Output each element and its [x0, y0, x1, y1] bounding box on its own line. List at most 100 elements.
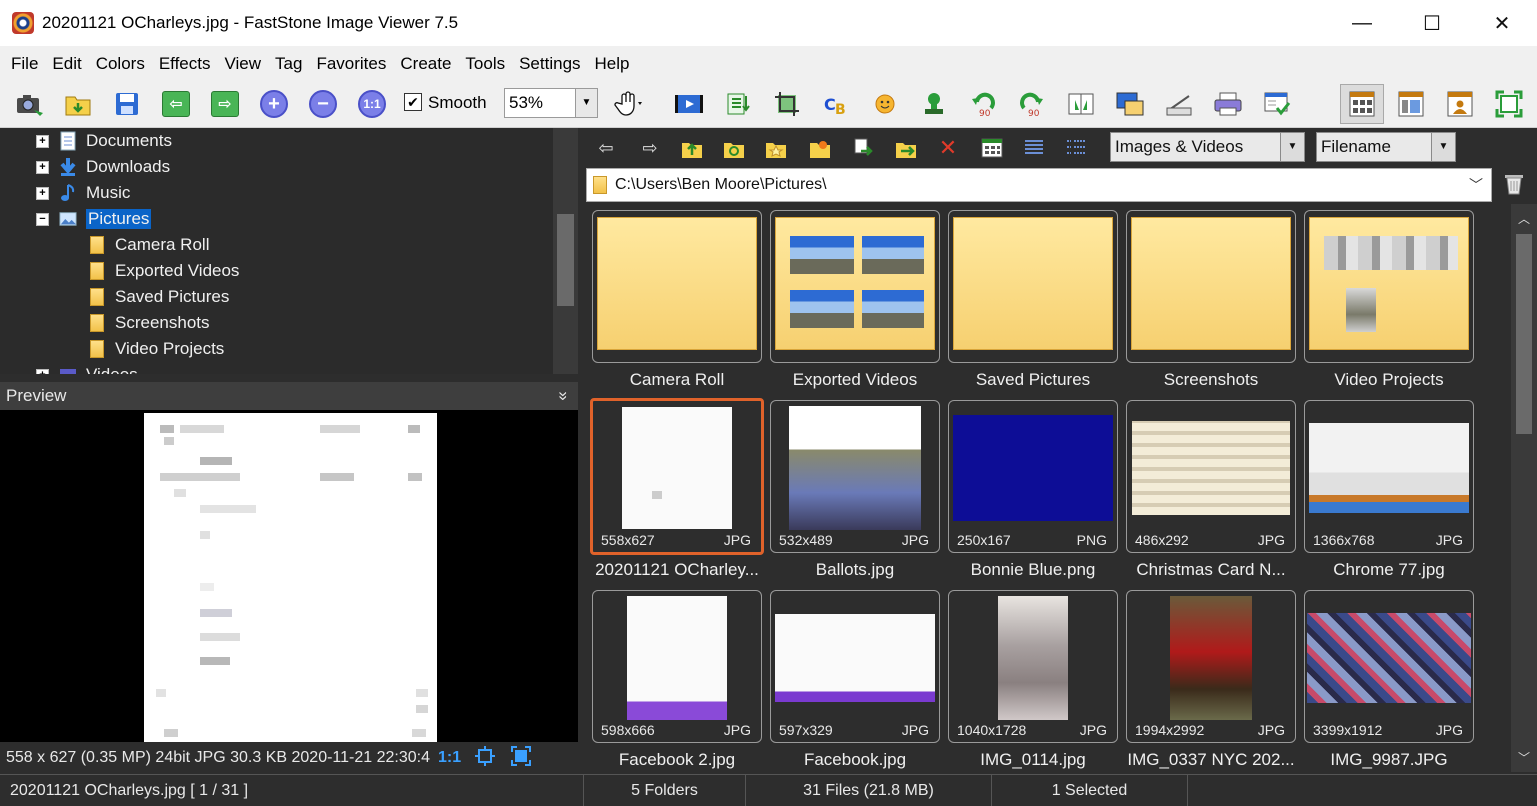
full-preview-button[interactable] [1438, 84, 1482, 124]
folder-tree[interactable]: + Documents + Downloads + Music − Pictur… [0, 128, 578, 374]
menu-settings[interactable]: Settings [512, 46, 587, 81]
save-icon[interactable] [112, 89, 142, 119]
tree-item-downloads[interactable]: + Downloads [36, 154, 170, 180]
new-folder-icon[interactable] [808, 136, 832, 160]
tree-item-documents[interactable]: + Documents [36, 128, 172, 154]
image-tile[interactable]: 598x666 JPG [592, 590, 762, 743]
folder-tile[interactable] [1126, 210, 1296, 363]
image-tile[interactable]: 486x292 JPG [1126, 400, 1296, 553]
rotate-right-icon[interactable]: 90 [1017, 89, 1047, 119]
tree-item-saved-pictures[interactable]: Saved Pictures [88, 284, 229, 310]
tree-item-pictures[interactable]: − Pictures [36, 206, 152, 232]
delete-x-icon[interactable]: ✕ [936, 135, 960, 160]
menu-colors[interactable]: Colors [89, 46, 152, 81]
image-tile[interactable]: 250x167 PNG [948, 400, 1118, 553]
chevron-down-icon[interactable]: ▼ [1431, 133, 1455, 161]
menu-edit[interactable]: Edit [45, 46, 88, 81]
scroll-down-icon[interactable]: ﹀ [1518, 749, 1530, 766]
fullscreen-button[interactable] [1487, 84, 1531, 124]
close-button[interactable]: ✕ [1467, 0, 1537, 46]
stamp-icon[interactable] [919, 89, 949, 119]
favorite-folder-icon[interactable] [764, 136, 788, 160]
slideshow-icon[interactable] [674, 89, 704, 119]
folder-tile[interactable] [770, 210, 940, 363]
previous-image-icon[interactable]: ⇦ [161, 89, 191, 119]
next-image-icon[interactable]: ⇨ [210, 89, 240, 119]
collapse-icon[interactable]: − [36, 212, 49, 226]
image-tile[interactable]: 3399x1912 JPG [1304, 590, 1474, 743]
image-tile[interactable]: 1366x768 JPG [1304, 400, 1474, 553]
menu-effects[interactable]: Effects [152, 46, 218, 81]
path-input[interactable]: C:\Users\Ben Moore\Pictures\ ﹀ [586, 168, 1492, 202]
grid-scroll-thumb[interactable] [1516, 234, 1532, 434]
rotate-left-icon[interactable]: 90 [968, 89, 998, 119]
menu-favorites[interactable]: Favorites [309, 46, 393, 81]
tree-item-music[interactable]: + Music [36, 180, 130, 206]
chevron-down-icon[interactable]: ▼ [1280, 133, 1304, 161]
flip-horizontal-icon[interactable] [1066, 89, 1096, 119]
folder-tile[interactable] [948, 210, 1118, 363]
list-view-icon[interactable] [1022, 136, 1046, 160]
expand-icon[interactable]: + [36, 160, 49, 174]
tree-item-video-projects[interactable]: Video Projects [88, 336, 224, 362]
menu-view[interactable]: View [217, 46, 268, 81]
collapse-preview-icon[interactable]: » [549, 391, 577, 400]
parent-folder-icon[interactable] [680, 136, 704, 160]
expand-icon[interactable]: + [36, 186, 49, 200]
browser-view-button[interactable] [1340, 84, 1384, 124]
tree-item-screenshots[interactable]: Screenshots [88, 310, 210, 336]
menu-create[interactable]: Create [393, 46, 458, 81]
menu-tools[interactable]: Tools [458, 46, 512, 81]
image-tile[interactable]: 558x627 JPG [590, 398, 764, 555]
crop-icon[interactable] [772, 89, 802, 119]
menu-file[interactable]: File [4, 46, 45, 81]
chevron-down-icon[interactable]: ▼ [575, 89, 597, 117]
folder-tile[interactable] [592, 210, 762, 363]
details-view-icon[interactable] [1064, 136, 1088, 160]
smooth-checkbox[interactable]: ✔ [404, 93, 422, 111]
sort-select[interactable]: Filename ▼ [1316, 132, 1456, 162]
grid-scrollbar[interactable]: ︿ ﹀ [1511, 204, 1537, 772]
zoom-out-icon[interactable]: − [308, 89, 338, 119]
filter-select[interactable]: Images & Videos ▼ [1110, 132, 1305, 162]
thumbnail-view-icon[interactable] [980, 136, 1004, 160]
print-icon[interactable] [1213, 89, 1243, 119]
expand-icon[interactable]: + [36, 368, 49, 374]
acquire-camera-icon[interactable] [14, 89, 44, 119]
compact-view-button[interactable] [1389, 84, 1433, 124]
full-screen-preview-icon[interactable] [511, 745, 532, 771]
tree-scroll-thumb[interactable] [557, 214, 574, 306]
refresh-folder-icon[interactable] [722, 136, 746, 160]
back-arrow-icon[interactable]: ⇦ [594, 136, 618, 160]
zoom-in-icon[interactable]: + [259, 89, 289, 119]
tree-item-exported-videos[interactable]: Exported Videos [88, 258, 239, 284]
batch-convert-icon[interactable] [723, 89, 753, 119]
expand-icon[interactable]: + [36, 134, 49, 148]
maximize-button[interactable]: ☐ [1397, 0, 1467, 46]
actual-size-icon[interactable]: 1:1 [357, 89, 387, 119]
resize-icon[interactable] [1115, 89, 1145, 119]
menu-help[interactable]: Help [588, 46, 637, 81]
image-tile[interactable]: 597x329 JPG [770, 590, 940, 743]
scroll-up-icon[interactable]: ︿ [1518, 210, 1530, 227]
actual-size-button[interactable]: 1:1 [438, 749, 461, 767]
pan-hand-icon[interactable] [614, 89, 644, 119]
zoom-select[interactable]: 53% ▼ [504, 88, 598, 118]
copy-to-icon[interactable] [852, 136, 876, 160]
fit-window-icon[interactable] [475, 745, 496, 771]
image-tile[interactable]: 1994x2992 JPG [1126, 590, 1296, 743]
recycle-bin-icon[interactable] [1502, 172, 1526, 196]
image-tile[interactable]: 532x489 JPG [770, 400, 940, 553]
tree-scrollbar[interactable] [553, 128, 578, 374]
app-eye-icon[interactable] [12, 12, 34, 34]
scanner-icon[interactable] [1164, 89, 1194, 119]
brightness-sun-icon[interactable] [870, 89, 900, 119]
forward-arrow-icon[interactable]: ⇨ [638, 136, 662, 160]
color-balance-icon[interactable]: CB [821, 89, 851, 119]
minimize-button[interactable]: — [1327, 0, 1397, 46]
chevron-down-icon[interactable]: ﹀ [1469, 169, 1483, 201]
move-to-icon[interactable] [894, 136, 918, 160]
tree-item-videos[interactable]: + Videos [36, 362, 138, 374]
image-tile[interactable]: 1040x1728 JPG [948, 590, 1118, 743]
tree-item-camera-roll[interactable]: Camera Roll [88, 232, 209, 258]
